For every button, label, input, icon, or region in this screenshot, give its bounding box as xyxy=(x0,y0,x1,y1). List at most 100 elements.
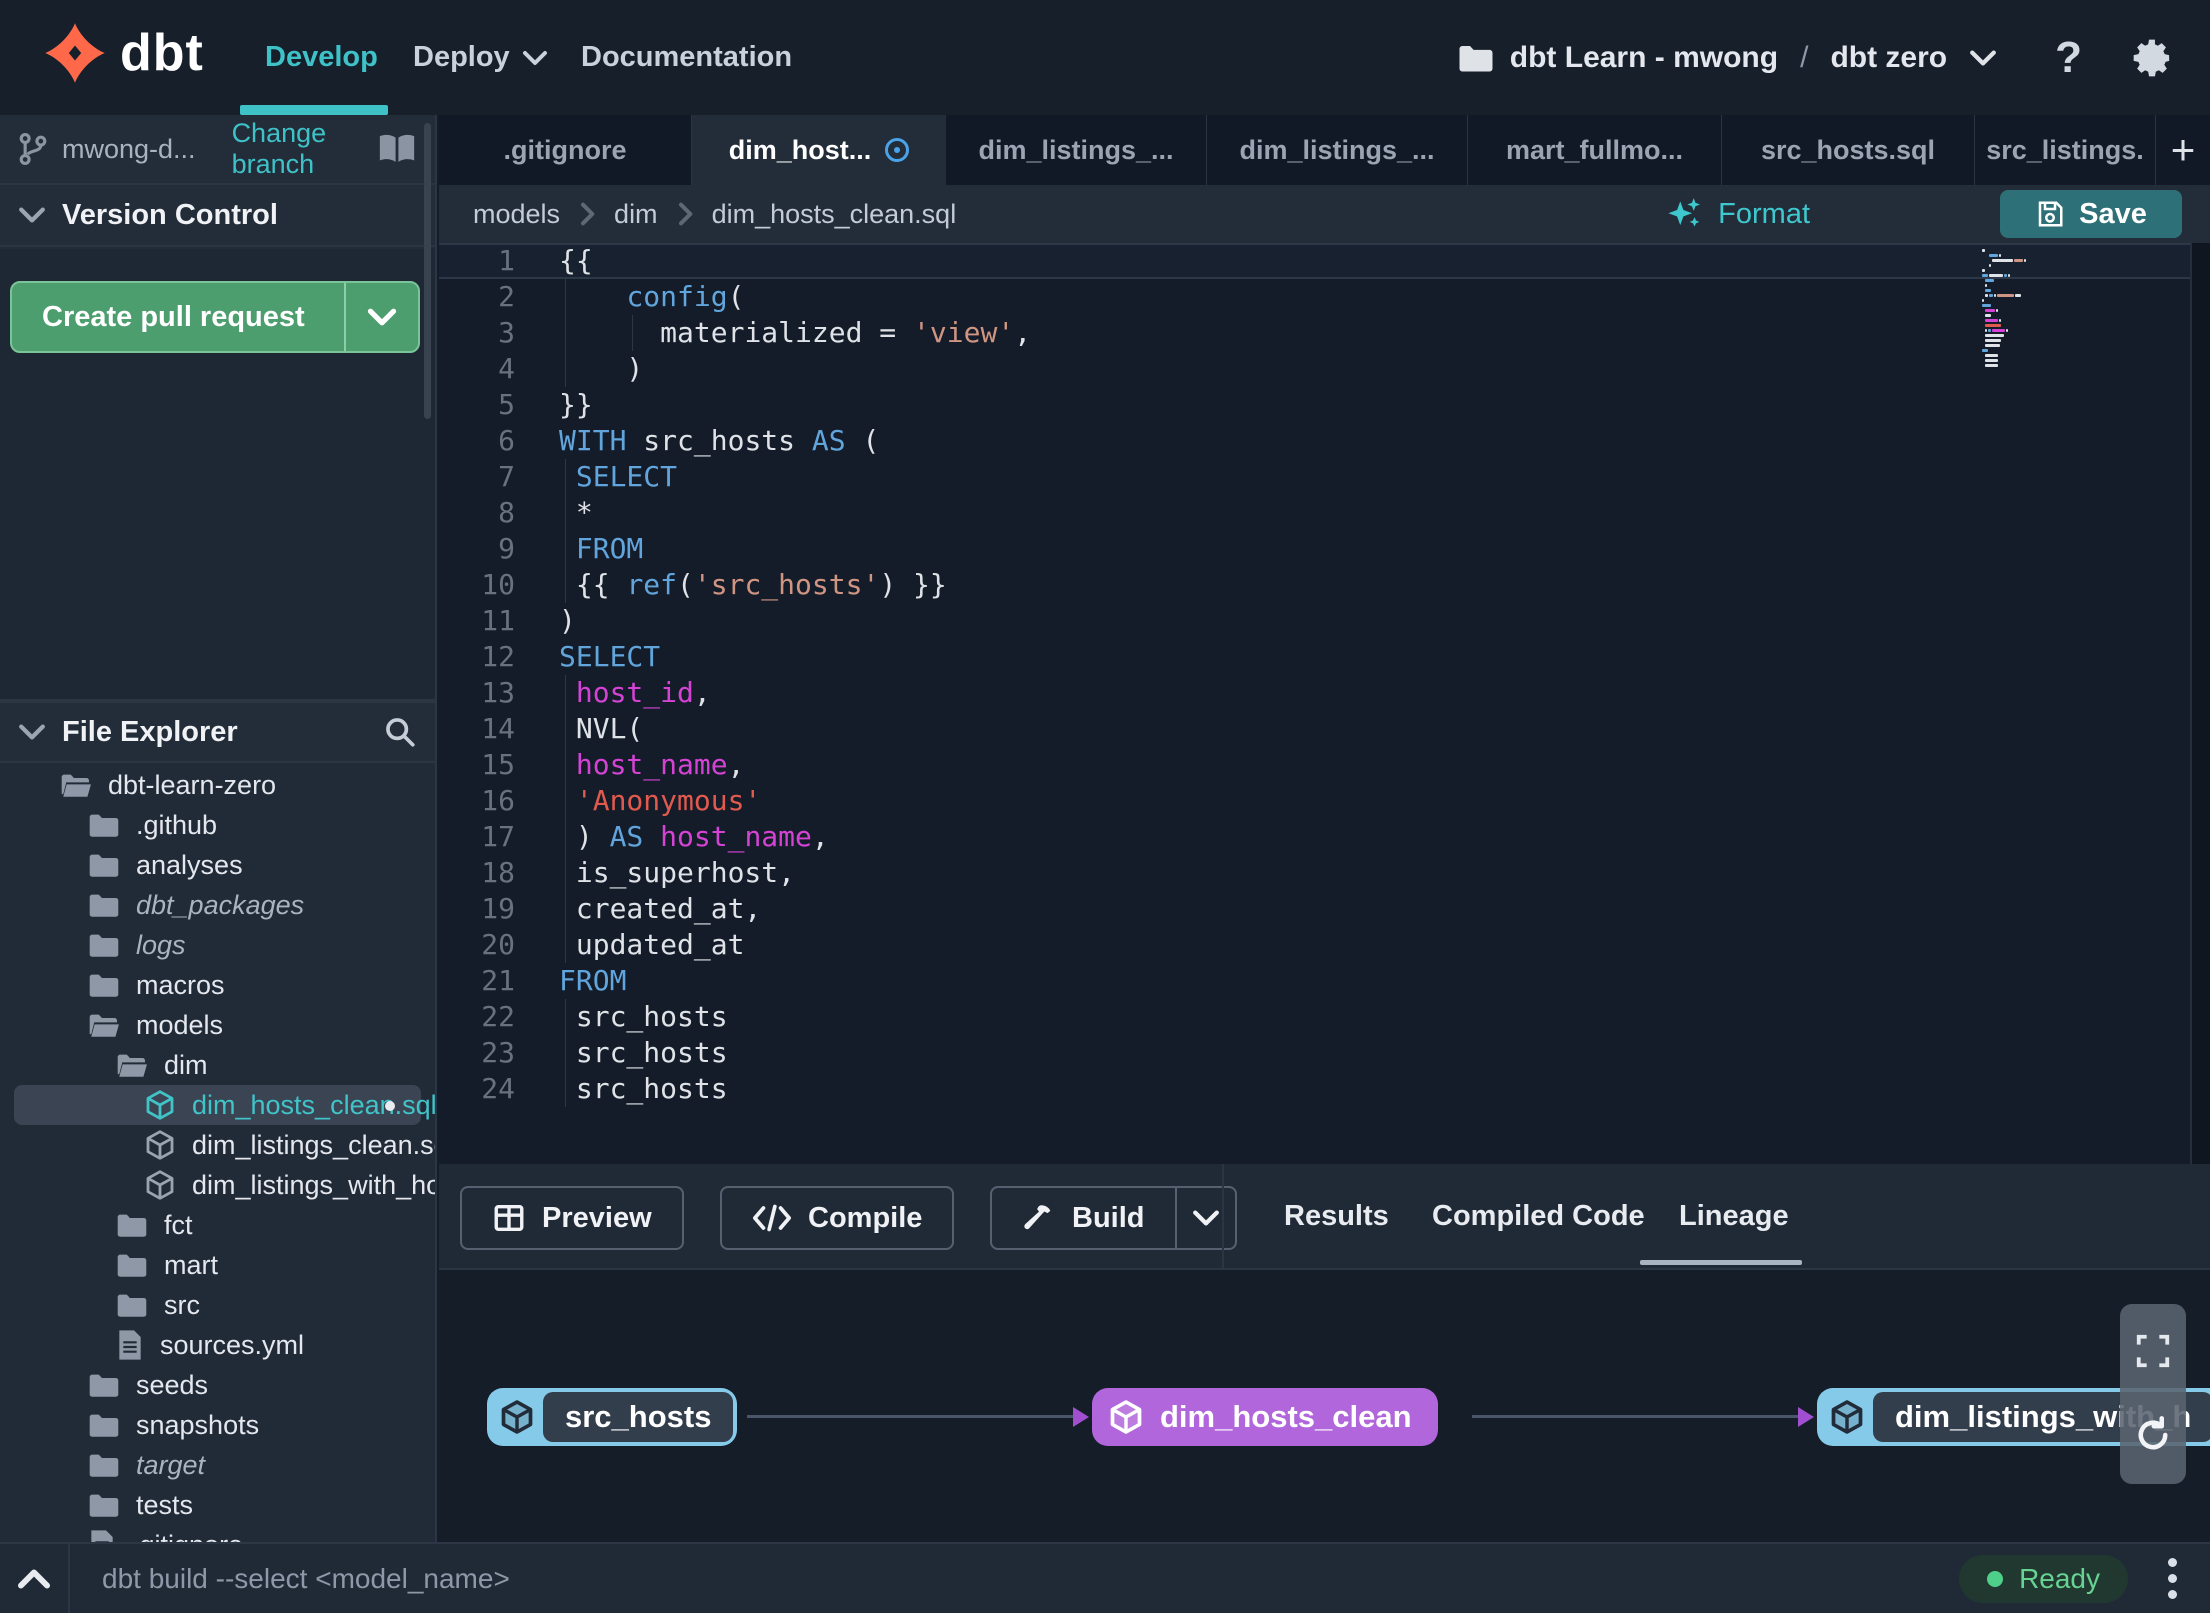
dbt-logo-icon xyxy=(44,22,106,84)
code-line-21[interactable]: 21 FROM xyxy=(439,963,2190,999)
tree-item-dim-listings-with-hosts-[interactable]: dim_listings_with_hosts... xyxy=(0,1165,435,1205)
sidebar-scrollbar[interactable] xyxy=(424,123,431,419)
code-line-10[interactable]: 10 {{ ref('src_hosts') }} xyxy=(439,567,2190,603)
lineage-graph[interactable]: src_hosts dim_hosts_clean dim_listings_wit… xyxy=(439,1272,2210,1542)
editor-scrollbar-gutter[interactable] xyxy=(2190,243,2210,1164)
code-line-3[interactable]: 3 materialized = 'view', xyxy=(439,315,2190,351)
file-tab-7[interactable]: src_listings. xyxy=(1975,115,2156,185)
code-line-19[interactable]: 19 created_at, xyxy=(439,891,2190,927)
tree-item-tests[interactable]: tests xyxy=(0,1485,435,1525)
tree-item--github[interactable]: .github xyxy=(0,805,435,845)
breadcrumb-file[interactable]: dim_hosts_clean.sql xyxy=(712,199,957,230)
code-line-23[interactable]: 23 src_hosts xyxy=(439,1035,2190,1071)
docs-book-icon[interactable] xyxy=(377,132,417,166)
tree-item-dbt-packages[interactable]: dbt_packages xyxy=(0,885,435,925)
file-tab-6[interactable]: src_hosts.sql xyxy=(1722,115,1975,185)
tree-item-models[interactable]: models xyxy=(0,1005,435,1045)
code-line-15[interactable]: 15 host_name, xyxy=(439,747,2190,783)
tree-item-dim-hosts-clean-sql[interactable]: dim_hosts_clean.sql xyxy=(14,1085,435,1125)
search-icon[interactable] xyxy=(383,715,417,749)
nav-item-deploy[interactable]: Deploy xyxy=(413,0,548,115)
tree-item-mart[interactable]: mart xyxy=(0,1245,435,1285)
code-line-16[interactable]: 16 'Anonymous' xyxy=(439,783,2190,819)
code-line-11[interactable]: 11) xyxy=(439,603,2190,639)
folder-icon xyxy=(88,1372,120,1398)
reset-view-icon[interactable] xyxy=(2132,1414,2174,1456)
line-number: 21 xyxy=(481,964,515,997)
new-tab-button[interactable]: + xyxy=(2156,115,2210,185)
nav-item-develop[interactable]: Develop xyxy=(265,0,378,115)
editor-minimap[interactable] xyxy=(1982,249,2060,369)
code-line-17[interactable]: 17 ) AS host_name, xyxy=(439,819,2190,855)
model-cube-icon xyxy=(144,1089,176,1121)
code-line-6[interactable]: 6 WITH src_hosts AS ( xyxy=(439,423,2190,459)
model-cube-icon xyxy=(491,1399,543,1435)
file-tab-1[interactable]: .gitignore xyxy=(439,115,692,185)
file-tab-label: src_listings. xyxy=(1986,134,2144,165)
project-selector[interactable]: dbt Learn - mwong / dbt zero xyxy=(1458,41,1997,75)
help-button[interactable]: ? xyxy=(2055,33,2082,83)
panel-tab-compiled-code[interactable]: Compiled Code xyxy=(1432,1164,1645,1268)
file-tab-3[interactable]: dim_listings_... xyxy=(946,115,1207,185)
tree-item-src[interactable]: src xyxy=(0,1285,435,1325)
lineage-node-src-hosts[interactable]: src_hosts xyxy=(487,1388,738,1446)
develop-active-underline xyxy=(240,105,388,115)
breadcrumb-dim[interactable]: dim xyxy=(614,199,658,230)
preview-button[interactable]: Preview xyxy=(460,1186,684,1250)
panel-tab-results[interactable]: Results xyxy=(1284,1164,1389,1268)
dbt-logo[interactable]: dbt xyxy=(44,22,204,84)
overflow-menu-button[interactable] xyxy=(2148,1558,2196,1599)
tree-item-logs[interactable]: logs xyxy=(0,925,435,965)
tree-item-dbt-learn-zero[interactable]: dbt-learn-zero xyxy=(0,765,435,805)
format-button[interactable]: Format xyxy=(1666,195,1810,233)
button-label: Build xyxy=(1072,1201,1145,1234)
file-tab-4[interactable]: dim_listings_... xyxy=(1207,115,1468,185)
code-line-22[interactable]: 22 src_hosts xyxy=(439,999,2190,1035)
create-pull-request-button[interactable]: Create pull request xyxy=(10,281,420,353)
breadcrumb-models[interactable]: models xyxy=(473,199,560,230)
tree-item-macros[interactable]: macros xyxy=(0,965,435,1005)
settings-gear-icon[interactable] xyxy=(2130,36,2174,80)
code-line-1[interactable]: 1 {{ xyxy=(439,243,2190,279)
fullscreen-icon[interactable] xyxy=(2134,1332,2172,1370)
command-input[interactable]: dbt build --select <model_name> xyxy=(102,1563,1959,1595)
code-line-20[interactable]: 20 updated_at xyxy=(439,927,2190,963)
tree-item-dim-listings-clean-sql[interactable]: dim_listings_clean.sql xyxy=(0,1125,435,1165)
code-line-7[interactable]: 7 SELECT xyxy=(439,459,2190,495)
code-line-18[interactable]: 18 is_superhost, xyxy=(439,855,2190,891)
tree-item-dim[interactable]: dim xyxy=(0,1045,435,1085)
chevron-down-icon xyxy=(1969,49,1997,67)
version-control-header[interactable]: Version Control xyxy=(0,185,435,247)
code-line-12[interactable]: 12 SELECT xyxy=(439,639,2190,675)
tree-item-analyses[interactable]: analyses xyxy=(0,845,435,885)
tree-item-sources-yml[interactable]: sources.yml xyxy=(0,1325,435,1365)
change-branch-link[interactable]: Change branch xyxy=(232,118,377,180)
save-button[interactable]: Save xyxy=(2000,190,2182,238)
code-line-24[interactable]: 24 src_hosts xyxy=(439,1071,2190,1107)
tree-item-seeds[interactable]: seeds xyxy=(0,1365,435,1405)
code-line-13[interactable]: 13 host_id, xyxy=(439,675,2190,711)
code-line-9[interactable]: 9 FROM xyxy=(439,531,2190,567)
code-line-5[interactable]: 5}} xyxy=(439,387,2190,423)
chevron-down-icon xyxy=(18,723,46,741)
file-explorer-header[interactable]: File Explorer xyxy=(0,701,435,763)
code-line-4[interactable]: 4 ) xyxy=(439,351,2190,387)
code-editor[interactable]: 1{{2 config(3 materialized = 'view', 4 ) 5… xyxy=(439,243,2190,1164)
lineage-node-dim-hosts-clean[interactable]: dim_hosts_clean xyxy=(1092,1388,1438,1446)
file-tab-2[interactable]: dim_host... xyxy=(692,115,946,185)
tree-item-target[interactable]: target xyxy=(0,1445,435,1485)
chevron-up-icon[interactable] xyxy=(0,1568,68,1590)
file-tab-5[interactable]: mart_fullmo... xyxy=(1468,115,1722,185)
compile-button[interactable]: Compile xyxy=(720,1186,955,1250)
code-line-14[interactable]: 14 NVL( xyxy=(439,711,2190,747)
code-line-8[interactable]: 8 * xyxy=(439,495,2190,531)
tree-item-snapshots[interactable]: snapshots xyxy=(0,1405,435,1445)
nav-item-documentation[interactable]: Documentation xyxy=(581,0,792,115)
create-pr-dropdown-button[interactable] xyxy=(344,283,418,351)
code-line-2[interactable]: 2 config( xyxy=(439,279,2190,315)
build-dropdown-button[interactable] xyxy=(1174,1188,1235,1248)
tree-item--gitignore[interactable]: .gitignore xyxy=(0,1525,435,1542)
build-button[interactable]: Build xyxy=(990,1186,1237,1250)
tree-item-fct[interactable]: fct xyxy=(0,1205,435,1245)
panel-tab-lineage[interactable]: Lineage xyxy=(1679,1164,1789,1268)
